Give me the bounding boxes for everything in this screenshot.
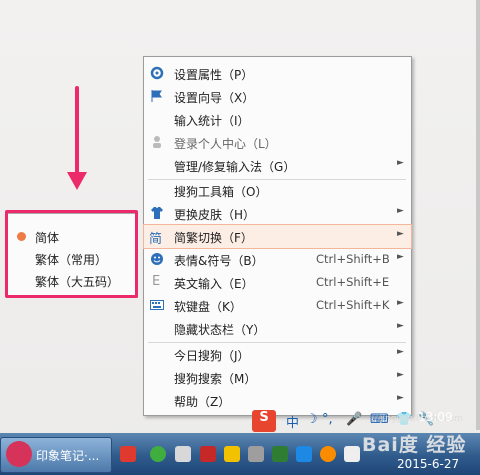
- submenu-highlight-box: [5, 210, 138, 298]
- submenu-arrow-icon: ►: [397, 298, 404, 308]
- chinese-mode-icon[interactable]: 中: [286, 412, 299, 431]
- menu-item-manage-repair[interactable]: 管理/修复输入法（G） ►: [144, 154, 411, 177]
- submenu-arrow-icon: ►: [397, 158, 404, 168]
- pdf-tray-icon[interactable]: [200, 446, 216, 462]
- menu-item-toolbox[interactable]: 搜狗工具箱（O）: [144, 179, 411, 202]
- menu-item-settings[interactable]: 设置属性（P）: [144, 62, 411, 85]
- sogou-logo-icon[interactable]: S: [252, 410, 276, 432]
- submenu-arrow-icon: ►: [397, 347, 404, 357]
- menu-item-wizard[interactable]: 设置向导（X）: [144, 85, 411, 108]
- cloud-tray-icon[interactable]: [296, 446, 312, 462]
- submenu-arrow-icon: ►: [397, 321, 404, 331]
- menu-item-login[interactable]: 登录个人中心（L）: [144, 131, 411, 154]
- app-tray-icon-2[interactable]: [320, 446, 336, 462]
- submenu-arrow-icon: ►: [397, 252, 404, 262]
- link-tray-icon[interactable]: [248, 446, 264, 462]
- person-icon: [153, 136, 161, 148]
- mic-icon[interactable]: 🎤: [346, 412, 362, 427]
- gear-icon: [150, 66, 164, 80]
- annotation-arrow-shaft: [75, 86, 79, 176]
- shield-tray-icon[interactable]: [272, 446, 288, 462]
- menu-item-today[interactable]: 今日搜狗（J） ►: [144, 343, 411, 366]
- keyboard-icon: [150, 300, 164, 310]
- menu-item-hide-statusbar[interactable]: 隐藏状态栏（Y） ►: [144, 317, 411, 340]
- window-edge: [476, 0, 480, 430]
- menu-item-emoji[interactable]: 表情&符号（B） Ctrl+Shift+B ►: [144, 248, 411, 271]
- clock-date[interactable]: 2015-6-27: [397, 457, 459, 471]
- menu-item-help[interactable]: 帮助（Z） ►: [144, 389, 411, 412]
- clock-time: 13:09: [418, 410, 453, 424]
- app-tray-icon[interactable]: [175, 446, 191, 462]
- moon-icon[interactable]: ☽: [306, 412, 318, 427]
- menu-item-english[interactable]: E 英文输入（E） Ctrl+Shift+E: [144, 271, 411, 294]
- plus-tray-icon[interactable]: [224, 446, 240, 462]
- menu-item-stats[interactable]: 输入统计（I）: [144, 108, 411, 131]
- taskbar-app-label: 印象笔记·...: [36, 449, 100, 463]
- flag-icon: [151, 90, 162, 102]
- submenu-arrow-icon: ►: [397, 393, 404, 403]
- e-icon: E: [152, 274, 161, 289]
- baidu-watermark: Bai度 经验: [362, 434, 467, 456]
- punctuation-icon[interactable]: °,: [322, 412, 333, 427]
- jian-icon: 简: [149, 232, 163, 247]
- submenu-arrow-icon: ►: [397, 229, 404, 239]
- network-tray-icon[interactable]: [344, 446, 360, 462]
- evernote-icon: [6, 441, 32, 467]
- ime-context-menu: 设置属性（P） 设置向导（X） 输入统计（I） 登录个人中心（L） 管理/修复输…: [143, 56, 412, 416]
- menu-item-search[interactable]: 搜狗搜索（M） ►: [144, 366, 411, 389]
- menu-item-softkeyboard[interactable]: 软键盘（K） Ctrl+Shift+K ►: [144, 294, 411, 317]
- sogou-tray-icon[interactable]: [120, 446, 136, 462]
- wechat-tray-icon[interactable]: [150, 446, 166, 462]
- smile-icon: [151, 253, 163, 265]
- submenu-arrow-icon: ►: [397, 370, 404, 380]
- menu-item-skin[interactable]: 更换皮肤（H） ►: [144, 202, 411, 225]
- menu-item-jianfan[interactable]: 简 简繁切换（F） ►: [143, 224, 412, 249]
- annotation-arrow-head: [67, 172, 87, 190]
- submenu-arrow-icon: ►: [397, 206, 404, 216]
- shirt-icon: [151, 207, 163, 219]
